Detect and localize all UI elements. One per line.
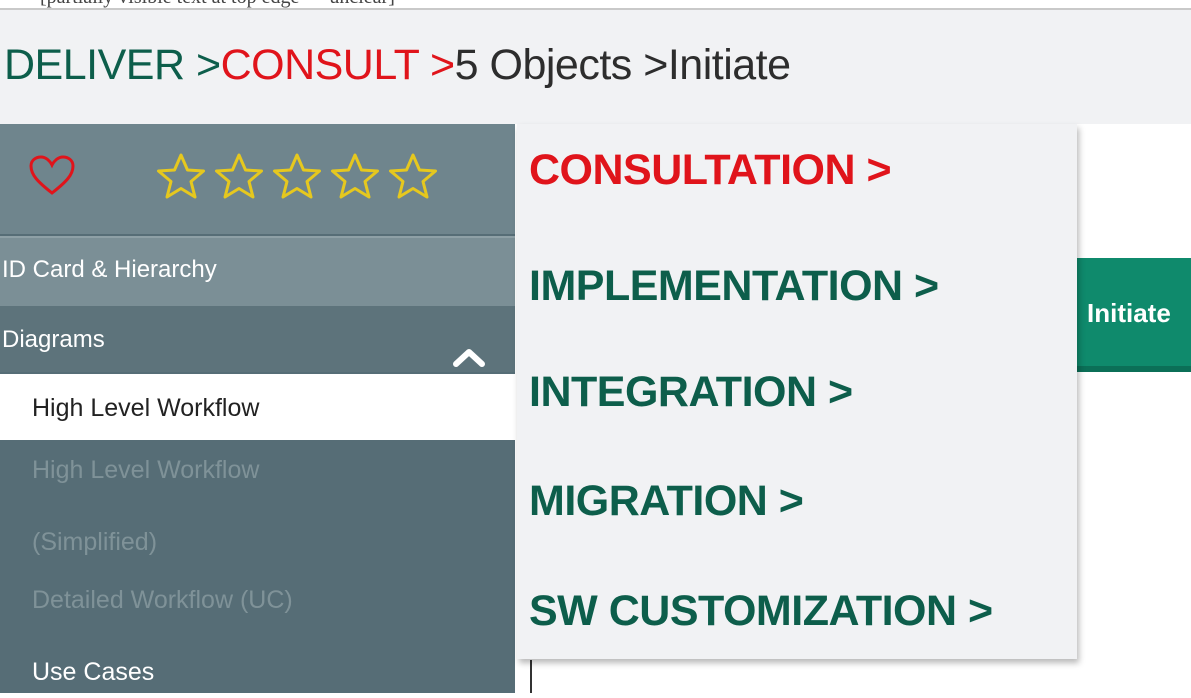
menu-item-integration[interactable]: INTEGRATION > bbox=[529, 368, 853, 417]
breadcrumb-objects-link[interactable]: 5 Objects > bbox=[455, 41, 669, 89]
menu-item-consultation[interactable]: CONSULTATION > bbox=[529, 146, 892, 195]
sidebar-item-label: ID Card & Hierarchy bbox=[2, 256, 217, 283]
menu-item-sw-customization[interactable]: SW CUSTOMIZATION > bbox=[529, 587, 993, 636]
sidebar-item-label: (Simplified) bbox=[32, 528, 158, 556]
sidebar-item-label: Diagrams bbox=[2, 326, 105, 353]
sidebar-item-id-card[interactable]: ID Card & Hierarchy bbox=[0, 236, 515, 306]
breadcrumb-bar: DELIVER >CONSULT >5 Objects >Initiate bbox=[0, 10, 1191, 124]
menu-item-implementation[interactable]: IMPLEMENTATION > bbox=[529, 262, 939, 311]
dropdown-menu: CONSULTATION > IMPLEMENTATION > INTEGRAT… bbox=[517, 124, 1077, 659]
chevron-up-icon[interactable] bbox=[452, 346, 486, 368]
breadcrumb-consult-link[interactable]: CONSULT > bbox=[221, 41, 456, 89]
rating-row bbox=[0, 124, 515, 234]
top-cutoff-strip: [partially visible text at top edge — un… bbox=[0, 0, 1191, 10]
star-icon[interactable] bbox=[155, 152, 207, 200]
star-icon[interactable] bbox=[213, 152, 265, 200]
sidebar-item-label: Detailed Workflow (UC) bbox=[32, 586, 293, 614]
sidebar-subitem-detailed-workflow[interactable]: Detailed Workflow (UC) bbox=[0, 586, 515, 636]
star-icon[interactable] bbox=[271, 152, 323, 200]
sidebar-item-label: Use Cases bbox=[32, 658, 155, 686]
star-icon[interactable] bbox=[329, 152, 381, 200]
sidebar-subitem-high-level-workflow-simplified-line2[interactable]: (Simplified) bbox=[0, 528, 515, 568]
sidebar-subitem-high-level-workflow[interactable]: High Level Workflow bbox=[0, 374, 515, 440]
star-icon[interactable] bbox=[387, 152, 439, 200]
sidebar-item-diagrams[interactable]: Diagrams bbox=[0, 306, 515, 372]
content-divider bbox=[530, 660, 532, 693]
top-cutoff-text: [partially visible text at top edge — un… bbox=[40, 0, 395, 8]
sidebar-item-use-cases[interactable]: Use Cases bbox=[0, 658, 515, 698]
star-rating bbox=[155, 152, 445, 200]
breadcrumb-deliver-link[interactable]: DELIVER > bbox=[4, 41, 221, 89]
menu-item-migration[interactable]: MIGRATION > bbox=[529, 477, 804, 526]
initiate-button-label: Initiate bbox=[1087, 298, 1171, 328]
breadcrumb-current-page: Initiate bbox=[667, 41, 791, 89]
sidebar-subitem-high-level-workflow-simplified[interactable]: High Level Workflow bbox=[0, 456, 515, 496]
initiate-button[interactable]: Initiate bbox=[1077, 258, 1191, 372]
sidebar: ID Card & Hierarchy Diagrams High Level … bbox=[0, 124, 515, 693]
sidebar-item-label: High Level Workflow bbox=[32, 394, 260, 422]
breadcrumb: DELIVER >CONSULT >5 Objects >Initiate bbox=[4, 44, 791, 87]
heart-icon[interactable] bbox=[28, 154, 76, 196]
sidebar-item-label: High Level Workflow bbox=[32, 456, 260, 484]
